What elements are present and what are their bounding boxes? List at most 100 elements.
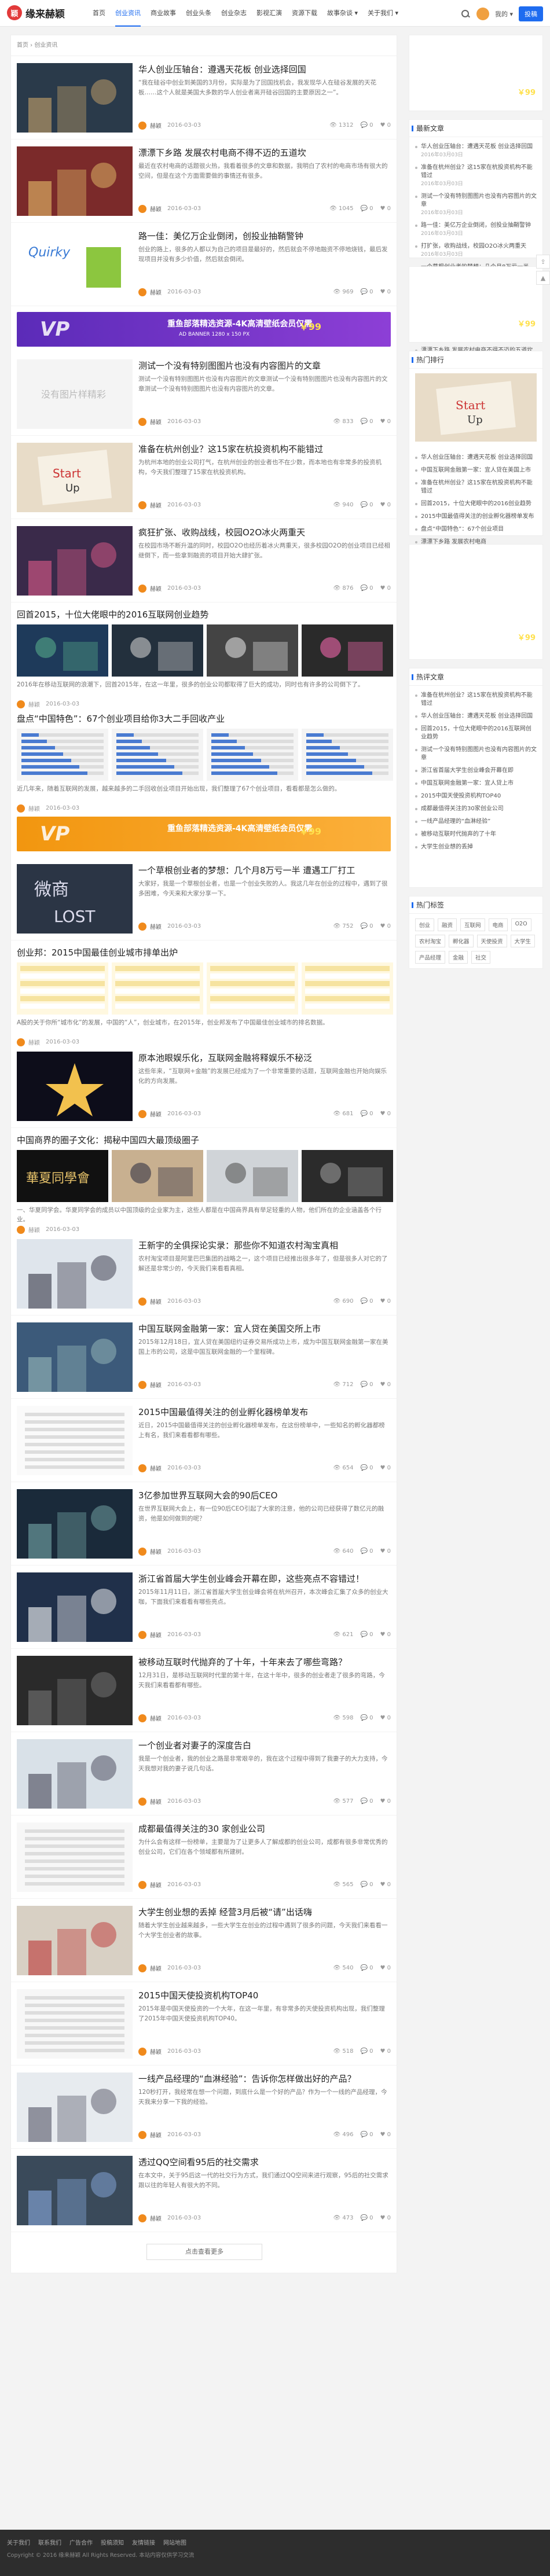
author-avatar[interactable] (17, 804, 25, 813)
gallery-image[interactable] (112, 962, 203, 1015)
article-title[interactable]: 盘点“中国特色”：67个创业项目给你3大二手回收产业 (17, 712, 391, 725)
sidebar-post-link[interactable]: 打扩张，收购战线，校园O2O冰火两重天 2016年03月03日 (415, 240, 537, 261)
ad-banner-image[interactable]: VP 重鱼部落精选资源-4K高清壁纸会员仅需 AD BANNER 1280 x 15… (17, 312, 391, 347)
gallery-image[interactable] (207, 962, 298, 1015)
likes-count[interactable]: ♥ 0 (380, 1298, 391, 1304)
likes-count[interactable]: ♥ 0 (380, 923, 391, 929)
list-item[interactable]: 华人创业压轴台：遵遇天花板 创业选择回国 “我在硅谷中创业到美国的3月份，实际是为… (11, 56, 397, 139)
banner-ad[interactable]: VP 重鱼部落精选资源-4K高清壁纸会员仅需 AD BANNER 1280 x 15… (11, 306, 397, 352)
gallery-image[interactable] (207, 1150, 298, 1202)
tag-link[interactable]: 孵化器 (449, 935, 474, 947)
list-item[interactable]: 大学生创业想的丢掉 经营3月后被“请”出话嗨 随着大学生创业越来越多，一些大学生在… (11, 1899, 397, 1982)
ad-banner-image[interactable]: VP 重鱼部落精选资源-4K高清壁纸会员仅需 ￥99 (17, 817, 391, 851)
author-name[interactable]: 赫颖 (150, 1109, 162, 1118)
list-item[interactable]: 原本池眼娱乐化，互联网金融将释娱乐不秘泛 这些年来，“互联网+金融”的发展已经成为… (11, 1045, 397, 1128)
sidebar-post-link[interactable]: 测试一个没有特别图图片也没有内容图片的文章 (415, 744, 537, 765)
article-title[interactable]: 3亿参加世界互联网大会的90后CEO (138, 1489, 391, 1502)
avatar[interactable] (476, 8, 489, 20)
author-avatar[interactable] (138, 1380, 146, 1389)
article-thumbnail[interactable] (17, 1322, 133, 1392)
sidebar-post-link[interactable]: 准备在杭州创业？这15家在杭投资机构不能错过 (415, 477, 537, 498)
likes-count[interactable]: ♥ 0 (380, 289, 391, 295)
article-title[interactable]: 王新宇的全俱探论实录：那些你不知道农村淘宝真相 (138, 1239, 391, 1252)
load-more-button[interactable]: 点击查看更多 (146, 2244, 262, 2260)
gallery-images[interactable] (17, 624, 393, 677)
list-item[interactable]: 王新宇的全俱探论实录：那些你不知道农村淘宝真相 农村淘宝项目是阿里巴巴集团的战略之… (11, 1232, 397, 1315)
article-thumbnail[interactable] (17, 1239, 133, 1309)
sidebar-post-link[interactable]: 盘点“中国特色”：67个创业项目 (415, 523, 537, 536)
article-title[interactable]: 浙江省首届大学生创业峰会开幕在即，这些亮点不容错过！ (138, 1572, 391, 1585)
hot-post-image[interactable]: Start Up (415, 373, 537, 442)
sidebar-ad-3[interactable]: VP 4K高清壁纸会员仅需 ￥99 (409, 544, 543, 660)
article-thumbnail[interactable] (17, 63, 133, 133)
sidebar-post-link[interactable]: 大学生创业想的丢掉 (415, 841, 537, 854)
footer-link[interactable]: 友情链接 (132, 2538, 155, 2546)
comments-count[interactable]: 💬 0 (360, 1548, 373, 1555)
nav-item[interactable]: 商业故事 (151, 0, 176, 27)
comments-count[interactable]: 💬 0 (360, 1111, 373, 1117)
list-item[interactable]: 浙江省首届大学生创业峰会开幕在即，这些亮点不容错过！ 2015年11月11日，浙江… (11, 1566, 397, 1649)
article-thumbnail[interactable] (17, 1656, 133, 1725)
article-thumbnail[interactable] (17, 1989, 133, 2059)
gallery-item[interactable]: 盘点“中国特色”：67个创业项目给你3大二手回收产业 近几年来，随着互联网的发展，… (11, 707, 397, 813)
list-item[interactable]: 没有图片样精彩 测试一个没有特别图图片也没有内容图片的文章 测试一个没有特别图图片也… (11, 352, 397, 436)
article-thumbnail[interactable] (17, 1822, 133, 1892)
author-name[interactable]: 赫颖 (150, 1380, 162, 1389)
banner-ad[interactable]: VP 重鱼部落精选资源-4K高清壁纸会员仅需 ￥99 (11, 811, 397, 857)
article-title[interactable]: 漂漂下乡路 发展农村电商不得不迈的五道坎 (138, 146, 391, 159)
tag-link[interactable]: 农村淘宝 (415, 935, 446, 947)
sidebar-post-link[interactable]: 华人创业压轴台：遭遇天花板 创业选择回国 2016年03月03日 (415, 141, 537, 161)
list-item[interactable]: 微商 LOST 一个草根创业者的梦想：几个月8万亏一半 遭遇工厂打工 大家好，我是一个… (11, 857, 397, 940)
sidebar-post-link[interactable]: 2015中国最值得关注的创业孵化器榜单发布 (415, 510, 537, 523)
comments-count[interactable]: 💬 0 (360, 2215, 373, 2221)
article-thumbnail[interactable]: Quirky (17, 230, 133, 299)
sidebar-post-link[interactable]: 回首2015，十位大佬眼中的2016互联网创业趋势 (415, 723, 537, 744)
sidebar-ad-2[interactable]: VP 4K高清壁纸会员仅需 ￥99 (409, 266, 543, 343)
author-avatar[interactable] (138, 1714, 146, 1722)
list-item[interactable]: 2015中国天使投资机构TOP40 2015年是中国天使投资的一个大年，在这一年里… (11, 1982, 397, 2066)
nav-item[interactable]: 关于我们 ▾ (368, 0, 398, 27)
tag-link[interactable]: 创业 (415, 918, 435, 931)
article-title[interactable]: 回首2015，十位大佬眼中的2016互联网创业趋势 (17, 608, 391, 621)
author-avatar[interactable] (138, 1547, 146, 1556)
likes-count[interactable]: ♥ 0 (380, 1882, 391, 1888)
gallery-image[interactable] (112, 624, 203, 677)
author-name[interactable]: 赫颖 (150, 1964, 162, 1972)
author-avatar[interactable] (138, 2130, 146, 2139)
likes-count[interactable]: ♥ 0 (380, 1111, 391, 1117)
likes-count[interactable]: ♥ 0 (380, 1381, 391, 1388)
author-name[interactable]: 赫颖 (150, 288, 162, 296)
author-name[interactable]: 赫颖 (150, 1297, 162, 1306)
footer-link[interactable]: 网站地图 (163, 2538, 186, 2546)
article-title[interactable]: 中国商界的圈子文化：揭秘中国四大最顶级圈子 (17, 1134, 391, 1146)
likes-count[interactable]: ♥ 0 (380, 502, 391, 508)
gallery-image[interactable] (17, 624, 108, 677)
likes-count[interactable]: ♥ 0 (380, 2048, 391, 2055)
tag-link[interactable]: 天使投资 (476, 935, 507, 947)
gallery-image[interactable] (302, 624, 393, 677)
sidebar-post-link[interactable]: 路一佳：美亿万企业倒闭，创投业抽鞘警钟 2016年03月03日 (415, 219, 537, 240)
nav-item[interactable]: 影视汇演 (256, 0, 282, 27)
author-avatar[interactable] (138, 121, 146, 130)
author-avatar[interactable] (138, 1630, 146, 1639)
article-title[interactable]: 大学生创业想的丢掉 经营3月后被“请”出话嗨 (138, 1906, 391, 1919)
gallery-images[interactable]: 華夏同學會 (17, 1150, 393, 1202)
comments-count[interactable]: 💬 0 (360, 2132, 373, 2138)
author-name[interactable]: 赫颖 (150, 584, 162, 593)
comments-count[interactable]: 💬 0 (360, 585, 373, 591)
author-avatar[interactable] (138, 204, 146, 213)
sidebar-post-link[interactable]: 成都最值得关注的30家创业公司 (415, 803, 537, 815)
gallery-image[interactable] (302, 1150, 393, 1202)
likes-count[interactable]: ♥ 0 (380, 2215, 391, 2221)
article-title[interactable]: 一个草根创业者的梦想：几个月8万亏一半 遭遇工厂打工 (138, 864, 391, 877)
gallery-images[interactable] (17, 729, 393, 781)
article-title[interactable]: 路一佳：美亿万企业倒闭，创投业抽鞘警钟 (138, 230, 391, 242)
search-icon[interactable] (460, 9, 471, 19)
likes-count[interactable]: ♥ 0 (380, 1631, 391, 1638)
likes-count[interactable]: ♥ 0 (380, 1715, 391, 1721)
article-title[interactable]: 华人创业压轴台：遵遇天花板 创业选择回国 (138, 63, 391, 76)
article-thumbnail[interactable] (17, 1906, 133, 1975)
article-title[interactable]: 疯狂扩张、收购战线，校园O2O冰火两重天 (138, 526, 391, 539)
author-avatar[interactable] (138, 922, 146, 931)
article-thumbnail[interactable] (17, 146, 133, 216)
